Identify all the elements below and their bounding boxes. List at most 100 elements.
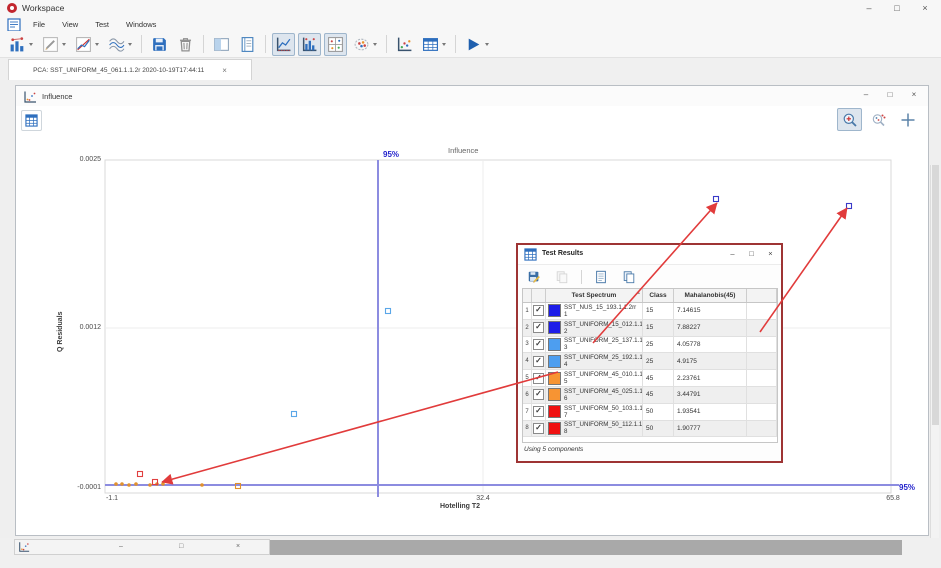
journal-menu-icon[interactable] [7,18,21,30]
close-button[interactable]: × [761,247,780,260]
pencil-button[interactable] [39,33,69,56]
class-value: 45 [643,387,674,403]
row-checkbox[interactable]: ✓ [533,423,544,434]
y-tick-label: 0.0025 [80,156,101,163]
close-button[interactable]: × [902,88,926,102]
maximize-button[interactable]: □ [742,247,761,260]
x-tick-label: 65.8 [886,495,900,502]
export-edit-button[interactable] [524,267,544,287]
maximize-button[interactable]: □ [878,88,902,102]
save-button[interactable] [148,33,171,56]
tab-strip: PCA: SST_UNIFORM_45_061.1.1.2r 2020-10-1… [0,58,941,81]
row-checkbox[interactable]: ✓ [533,356,544,367]
column-header-blank [523,289,532,302]
test-results-title-bar: Test Results –□× [518,245,781,265]
spectrum-name: SST_UNIFORM_45_010.1.1.2rr5 [564,371,643,385]
maximize-button[interactable]: □ [883,1,911,15]
menu-windows[interactable]: Windows [126,20,156,29]
vertical-scrollbar[interactable] [930,165,939,568]
mahalanobis-value: 1.93541 [674,404,747,420]
spectra-button[interactable] [105,33,135,56]
checkbox-cell: ✓ [532,337,546,353]
menu-test[interactable]: Test [95,20,109,29]
dropdown-caret-icon[interactable] [442,43,446,46]
report-button[interactable] [591,267,611,287]
table-row[interactable]: 6✓SST_UNIFORM_45_025.1.1.2rr6453.44791 [523,387,777,404]
horizontal-95-limit-label: 95% [899,483,915,492]
scatter-icon [396,36,413,53]
cluster-button[interactable] [350,33,380,56]
plot-quad-button[interactable] [324,33,347,56]
scatter-button[interactable] [393,33,416,56]
show-table-button[interactable] [21,110,42,131]
plot-line-button[interactable] [272,33,295,56]
min-window-control-button[interactable]: □ [179,540,183,554]
dropdown-caret-icon[interactable] [95,43,99,46]
tab-close-icon[interactable]: × [222,66,227,75]
class-value: 25 [643,337,674,353]
menu-view[interactable]: View [62,20,78,29]
column-header-label: Test Spectrum [572,292,617,299]
menu-file[interactable]: File [33,20,45,29]
zoom-points-icon [871,112,887,128]
column-header-class[interactable]: Class [643,289,674,302]
play-button[interactable] [462,33,492,56]
dropdown-caret-icon[interactable] [29,43,33,46]
close-button[interactable]: × [911,1,939,15]
minimized-window-bar[interactable]: – □ × [14,539,270,555]
checkbox-cell: ✓ [532,421,546,437]
minimize-button[interactable]: – [855,1,883,15]
class-color-swatch [548,405,561,418]
cluster-icon [353,36,370,53]
plot-bars-button[interactable] [298,33,321,56]
min-window-control-button[interactable]: × [236,540,240,554]
table-row[interactable]: 4✓SST_UNIFORM_25_192.1.1.2rr4254.9175 [523,353,777,370]
minimize-button[interactable]: – [723,247,742,260]
table-row[interactable]: 5✓SST_UNIFORM_45_010.1.1.2rr5452.23761 [523,370,777,387]
sort-icon[interactable]: ▴ [637,290,640,296]
crosshair-button[interactable] [895,108,920,131]
dropdown-caret-icon[interactable] [485,43,489,46]
copy-gray-button[interactable] [552,267,572,287]
class-value: 50 [643,421,674,437]
dropdown-caret-icon[interactable] [373,43,377,46]
app-logo-icon [7,3,17,13]
copy-blue-icon [622,270,636,284]
empty-cell [747,421,777,437]
split-panel-button[interactable] [210,33,233,56]
spectra-icon [108,36,125,53]
table-row[interactable]: 1✓SST_NUS_15_193.1.1.2rr1157.14615 [523,303,777,320]
row-checkbox[interactable]: ✓ [533,373,544,384]
column-header-mahalanobis-45-[interactable]: Mahalanobis(45) [674,289,747,302]
row-checkbox[interactable]: ✓ [533,322,544,333]
row-checkbox[interactable]: ✓ [533,406,544,417]
line-chart-button[interactable] [72,33,102,56]
zoom-plus-button[interactable] [837,108,862,131]
spectrum-name: SST_UNIFORM_25_137.1.1.2rr3 [564,337,643,351]
horizontal-scrollbar[interactable] [270,540,902,555]
table-row[interactable]: 7✓SST_UNIFORM_50_103.1.1.2rr7501.93541 [523,404,777,421]
column-header-test-spectrum[interactable]: Test Spectrum ▴ [546,289,643,302]
tab-pca[interactable]: PCA: SST_UNIFORM_45_061.1.1.2r 2020-10-1… [8,59,252,81]
class-color-swatch [548,372,561,385]
row-checkbox[interactable]: ✓ [533,339,544,350]
table-row[interactable]: 2✓SST_UNIFORM_15_012.1.1.2rr2157.88227 [523,320,777,337]
vertical-scrollbar-thumb[interactable] [932,165,939,425]
table-button[interactable] [419,33,449,56]
minimize-button[interactable]: – [854,88,878,102]
zoom-points-button[interactable] [866,108,891,131]
trash-button[interactable] [174,33,197,56]
dropdown-caret-icon[interactable] [128,43,132,46]
table-row[interactable]: 3✓SST_UNIFORM_25_137.1.1.2rr3254.05778 [523,337,777,354]
x-tick-label: -1.1 [106,495,118,502]
journal-button[interactable] [236,33,259,56]
table-row[interactable]: 8✓SST_UNIFORM_50_112.1.1.2rr8501.90777 [523,421,777,438]
row-checkbox[interactable]: ✓ [533,389,544,400]
min-window-control-button[interactable]: – [119,540,123,554]
copy-blue-button[interactable] [619,267,639,287]
row-checkbox[interactable]: ✓ [533,305,544,316]
empty-cell [747,337,777,353]
dropdown-caret-icon[interactable] [62,43,66,46]
crosshair-icon [900,112,916,128]
chart-bars-button[interactable] [6,33,36,56]
